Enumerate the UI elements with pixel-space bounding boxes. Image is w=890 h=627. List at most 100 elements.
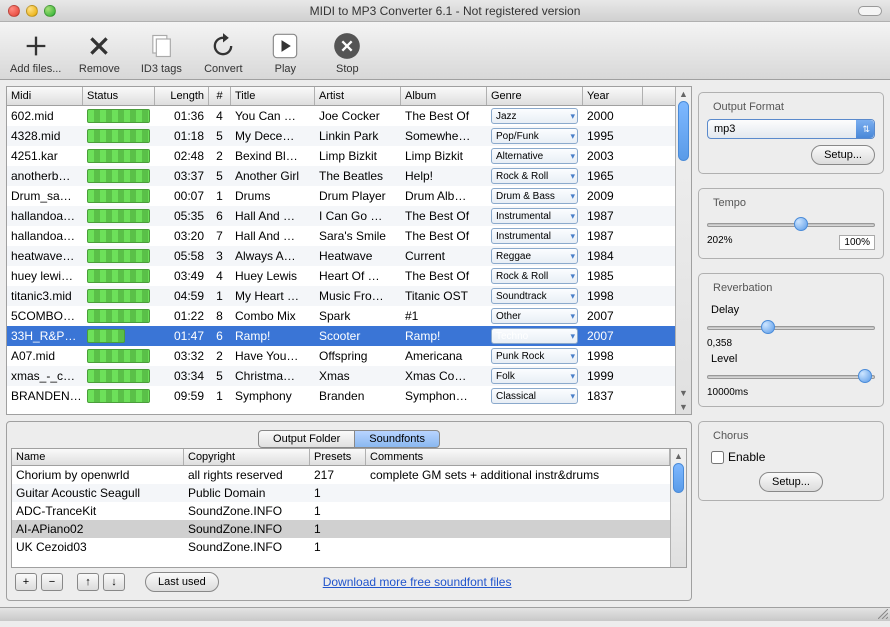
- sf-col-copyright[interactable]: Copyright: [184, 449, 310, 465]
- table-row[interactable]: 602.mid01:364You Can …Joe CockerThe Best…: [7, 106, 675, 126]
- table-row[interactable]: xmas_-_c…03:345Christma…XmasXmas Co…Folk…: [7, 366, 675, 386]
- stop-icon: [331, 31, 363, 61]
- add-files-button[interactable]: Add files...: [10, 26, 61, 75]
- scroll-thumb[interactable]: [673, 463, 684, 493]
- col-year[interactable]: Year: [583, 87, 643, 105]
- convert-button[interactable]: Convert: [199, 26, 247, 75]
- genre-select[interactable]: Instrumental: [491, 228, 578, 244]
- resize-grip-icon[interactable]: [878, 609, 888, 619]
- col-title[interactable]: Title: [231, 87, 315, 105]
- sf-move-up-button[interactable]: ↑: [77, 573, 99, 591]
- col-num[interactable]: #: [209, 87, 231, 105]
- play-button[interactable]: Play: [261, 26, 309, 75]
- toolbar-toggle-button[interactable]: [858, 6, 882, 16]
- status-progress: [87, 129, 150, 143]
- sf-col-name[interactable]: Name: [12, 449, 184, 465]
- reverb-delay-slider[interactable]: [707, 318, 875, 336]
- col-album[interactable]: Album: [401, 87, 487, 105]
- genre-select[interactable]: Drum & Bass: [491, 188, 578, 204]
- table-row[interactable]: 4328.mid01:185My Dece…Linkin ParkSomewhe…: [7, 126, 675, 146]
- window-title: MIDI to MP3 Converter 6.1 - Not register…: [310, 4, 581, 18]
- table-row[interactable]: BRANDEN…09:591SymphonyBrandenSymphon…Cla…: [7, 386, 675, 406]
- output-format-select[interactable]: mp3: [707, 119, 875, 139]
- genre-select[interactable]: Soundtrack: [491, 288, 578, 304]
- sf-add-button[interactable]: +: [15, 573, 37, 591]
- scroll-up-icon[interactable]: ▲: [671, 449, 686, 463]
- genre-select[interactable]: Reggae: [491, 248, 578, 264]
- table-row[interactable]: anotherb…03:375Another GirlThe BeatlesHe…: [7, 166, 675, 186]
- table-row[interactable]: heatwave…05:583Always A…HeatwaveCurrentR…: [7, 246, 675, 266]
- reverb-delay-value: 0,358: [707, 338, 732, 349]
- status-progress: [87, 329, 125, 343]
- soundfont-toolbar: + − ↑ ↓ Last used Download more free sou…: [11, 568, 687, 596]
- genre-select[interactable]: Alternative: [491, 148, 578, 164]
- col-artist[interactable]: Artist: [315, 87, 401, 105]
- sf-scrollbar[interactable]: ▲: [670, 449, 686, 567]
- x-icon: [83, 31, 115, 61]
- tempo-slider[interactable]: [707, 215, 875, 233]
- table-row[interactable]: 33H_R&P…01:476Ramp!ScooterRamp!Techno200…: [7, 326, 675, 346]
- genre-select[interactable]: Punk Rock: [491, 348, 578, 364]
- table-row[interactable]: titanic3.mid04:591My Heart …Music Fro…Ti…: [7, 286, 675, 306]
- table-row[interactable]: Drum_sa…00:071DrumsDrum PlayerDrum Alb…D…: [7, 186, 675, 206]
- download-soundfonts-link[interactable]: Download more free soundfont files: [323, 575, 512, 589]
- genre-select[interactable]: Jazz: [491, 108, 578, 124]
- genre-select[interactable]: Rock & Roll: [491, 168, 578, 184]
- col-genre[interactable]: Genre: [487, 87, 583, 105]
- table-row[interactable]: 5COMBO…01:228Combo MixSpark#1Other2007: [7, 306, 675, 326]
- sf-col-presets[interactable]: Presets: [310, 449, 366, 465]
- scroll-down-icon[interactable]: ▼: [676, 386, 691, 400]
- id3-tags-button[interactable]: ID3 tags: [137, 26, 185, 75]
- scroll-down-icon[interactable]: ▼: [676, 400, 691, 414]
- minimize-window-icon[interactable]: [26, 5, 38, 17]
- sf-col-comments[interactable]: Comments: [366, 449, 670, 465]
- status-progress: [87, 209, 150, 223]
- table-row[interactable]: hallandoa…03:207Hall And …Sara's SmileTh…: [7, 226, 675, 246]
- tempo-reset-button[interactable]: 100%: [839, 235, 875, 250]
- tabs-bar: Output Folder Soundfonts: [11, 426, 687, 448]
- scroll-thumb[interactable]: [678, 101, 689, 161]
- chorus-setup-button[interactable]: Setup...: [759, 472, 823, 492]
- traffic-lights: [8, 5, 56, 17]
- stop-button[interactable]: Stop: [323, 26, 371, 75]
- refresh-icon: [207, 31, 239, 61]
- col-midi[interactable]: Midi: [7, 87, 83, 105]
- tempo-value: 202%: [707, 235, 733, 250]
- status-progress: [87, 269, 150, 283]
- close-window-icon[interactable]: [8, 5, 20, 17]
- chorus-enable-checkbox[interactable]: [711, 451, 724, 464]
- genre-select[interactable]: Classical: [491, 388, 578, 404]
- list-item[interactable]: ADC-TranceKitSoundZone.INFO1: [12, 502, 670, 520]
- col-length[interactable]: Length: [155, 87, 209, 105]
- output-setup-button[interactable]: Setup...: [811, 145, 875, 165]
- tab-output-folder[interactable]: Output Folder: [258, 430, 355, 448]
- genre-select[interactable]: Folk: [491, 368, 578, 384]
- genre-select[interactable]: Other: [491, 308, 578, 324]
- last-used-button[interactable]: Last used: [145, 572, 219, 592]
- sf-remove-button[interactable]: −: [41, 573, 63, 591]
- genre-select[interactable]: Pop/Funk: [491, 128, 578, 144]
- list-item[interactable]: AI-APiano02SoundZone.INFO1: [12, 520, 670, 538]
- table-row[interactable]: huey lewi…03:494Huey LewisHeart Of …The …: [7, 266, 675, 286]
- list-item[interactable]: Chorium by openwrldall rights reserved21…: [12, 466, 670, 484]
- table-row[interactable]: hallandoa…05:356Hall And …I Can Go …The …: [7, 206, 675, 226]
- tab-soundfonts[interactable]: Soundfonts: [355, 430, 440, 448]
- sf-move-down-button[interactable]: ↓: [103, 573, 125, 591]
- main-toolbar: Add files... Remove ID3 tags Convert Pla…: [0, 22, 890, 80]
- remove-button[interactable]: Remove: [75, 26, 123, 75]
- scroll-up-icon[interactable]: ▲: [676, 87, 691, 101]
- table-row[interactable]: A07.mid03:322Have You…OffspringAmericana…: [7, 346, 675, 366]
- genre-select[interactable]: Instrumental: [491, 208, 578, 224]
- genre-select[interactable]: Rock & Roll: [491, 268, 578, 284]
- list-item[interactable]: Guitar Acoustic SeagullPublic Domain1: [12, 484, 670, 502]
- grid-scrollbar[interactable]: ▲ ▼ ▼: [675, 87, 691, 414]
- col-status[interactable]: Status: [83, 87, 155, 105]
- zoom-window-icon[interactable]: [44, 5, 56, 17]
- table-row[interactable]: 4251.kar02:482Bexind Bl…Limp BizkitLimp …: [7, 146, 675, 166]
- list-item[interactable]: UK Cezoid03SoundZone.INFO1: [12, 538, 670, 556]
- reverb-level-value: 10000ms: [707, 387, 748, 398]
- output-format-group: Output Format mp3 Setup...: [698, 92, 884, 174]
- reverb-level-slider[interactable]: [707, 367, 875, 385]
- status-progress: [87, 109, 150, 123]
- genre-select[interactable]: Techno: [491, 328, 578, 344]
